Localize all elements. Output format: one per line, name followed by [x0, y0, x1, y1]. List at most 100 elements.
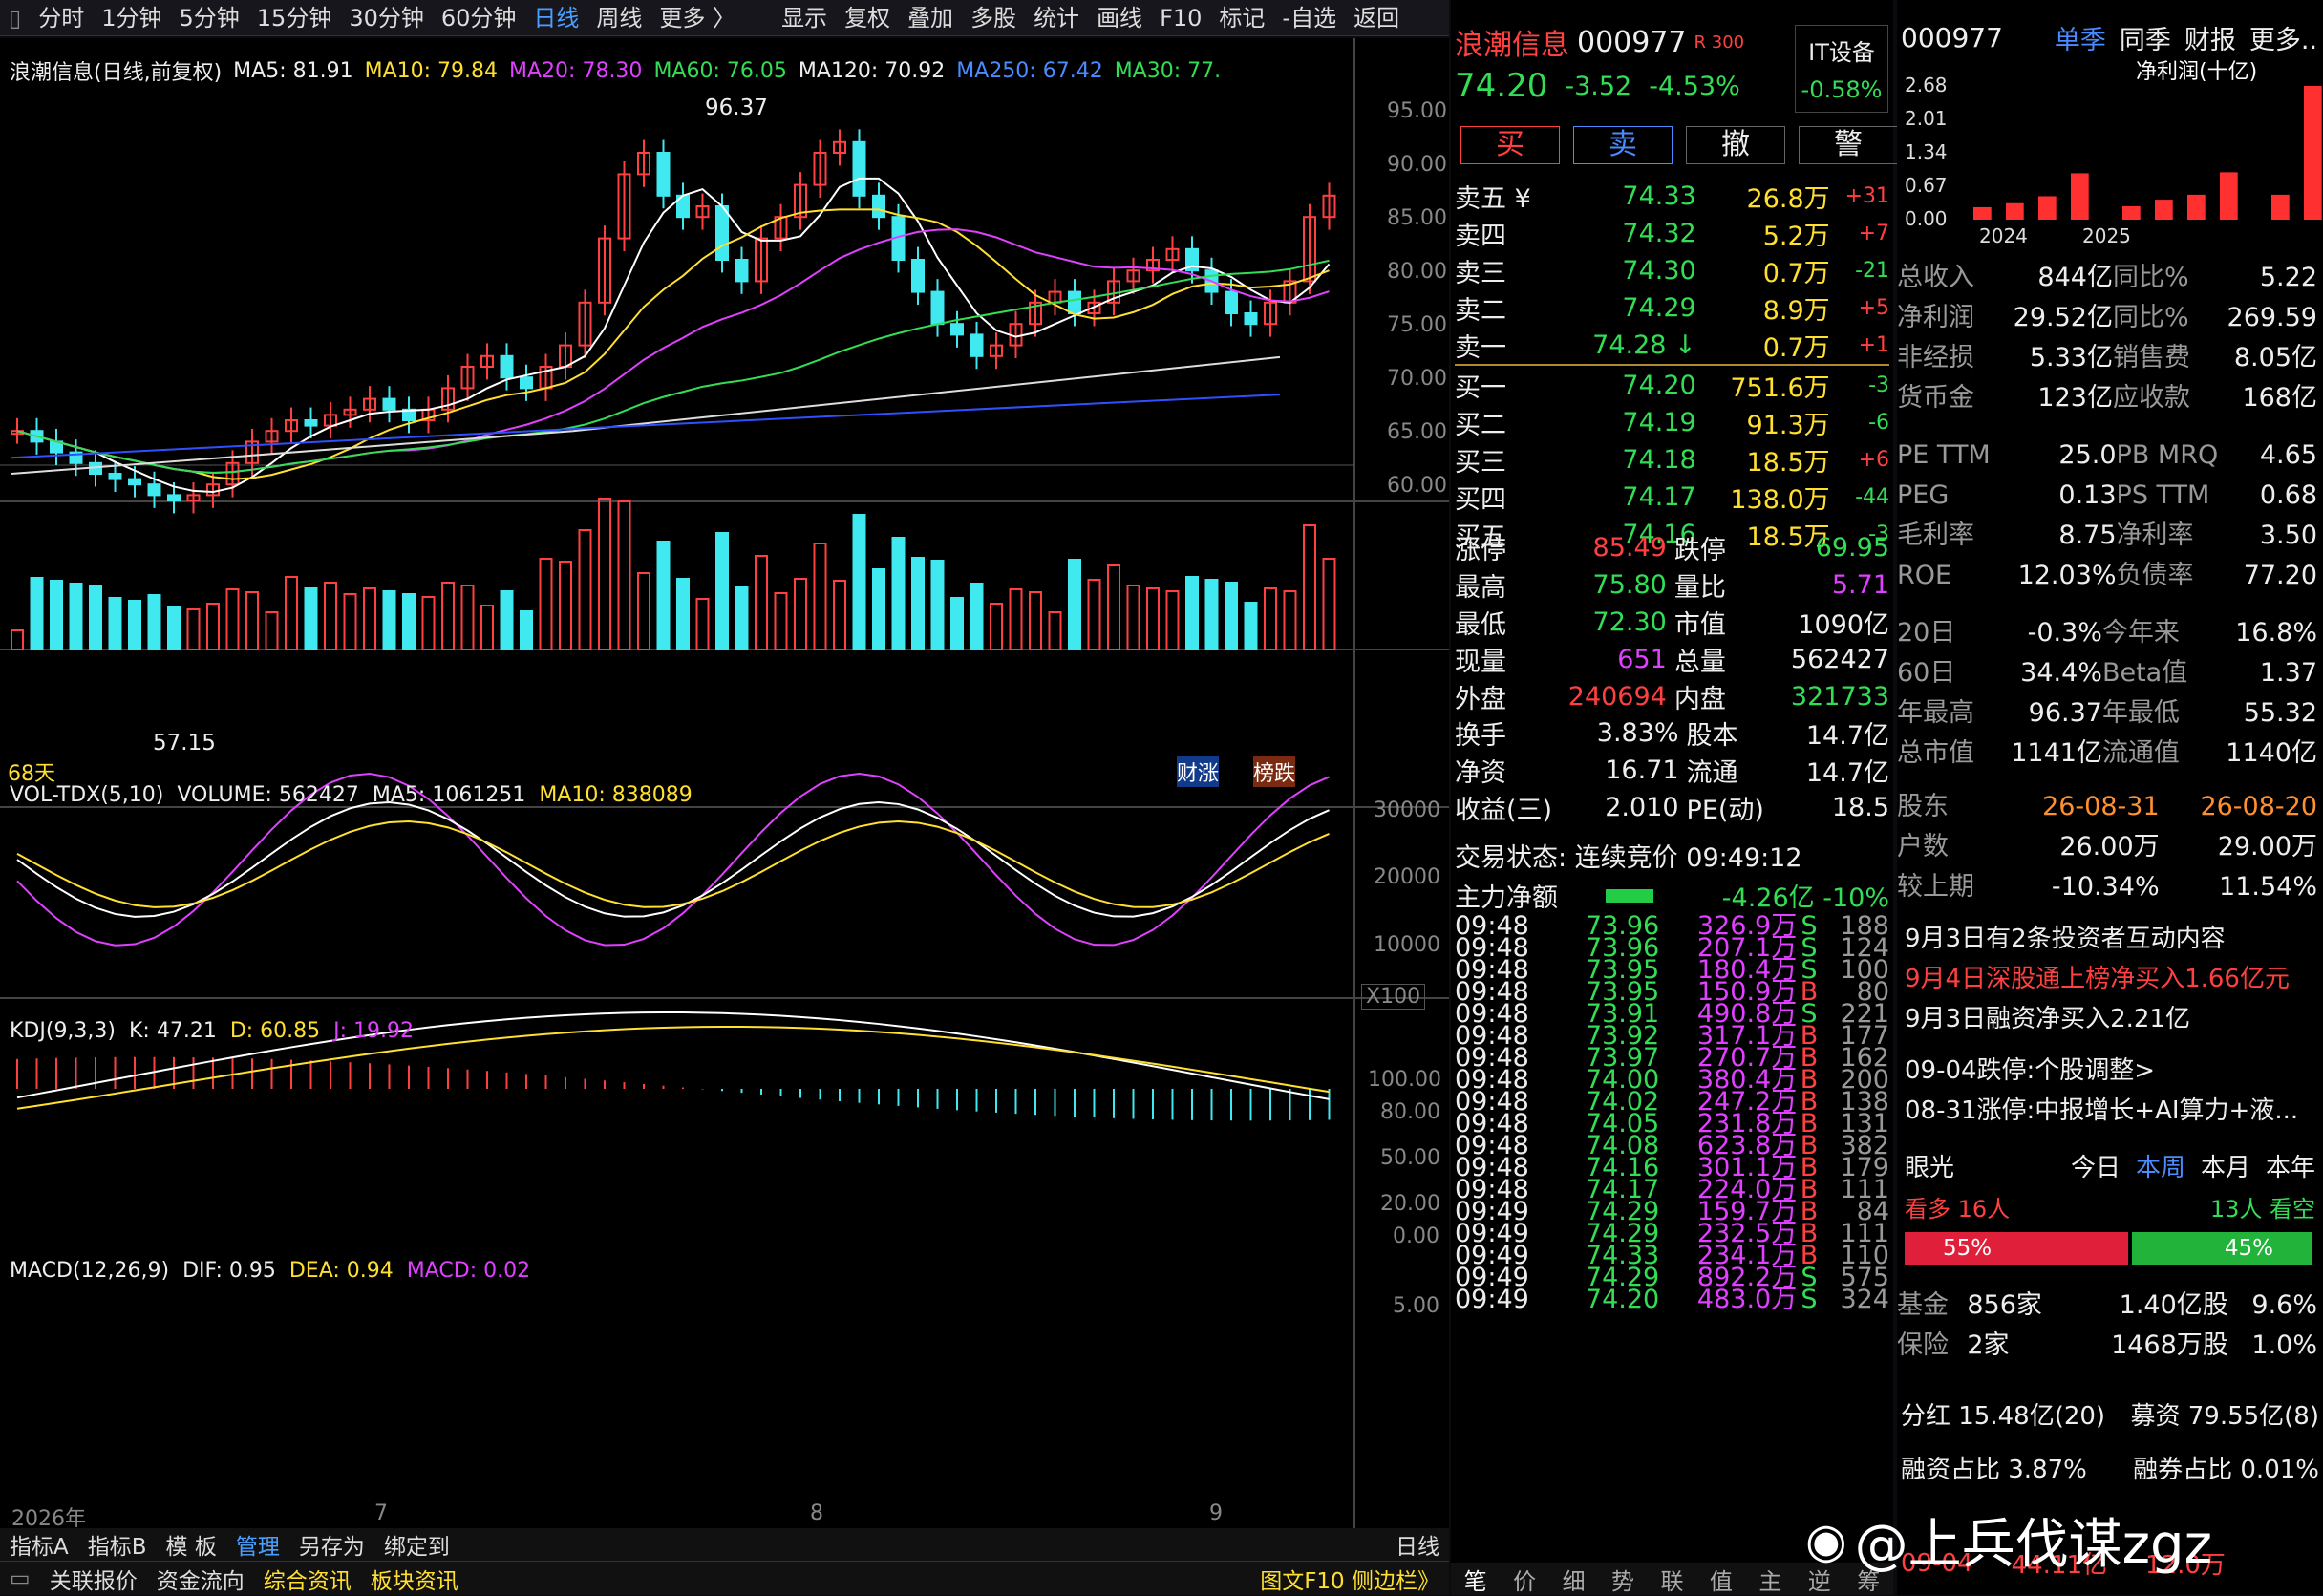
sector-box[interactable]: IT设备 -0.58%	[1795, 25, 1888, 113]
fin-tab-quarter[interactable]: 单季	[2055, 19, 2106, 56]
cancel-order-button[interactable]: 撤	[1686, 126, 1785, 164]
detail-tab[interactable]: 细	[1563, 1563, 1586, 1596]
tool-overlay[interactable]: 叠加	[899, 0, 962, 36]
list-down-tag[interactable]: 榜跌	[1253, 756, 1296, 787]
ask-volume: 8.9万	[1762, 296, 1830, 326]
date-axis-sep: 9	[1209, 1501, 1223, 1525]
detail-tab[interactable]: 筹	[1857, 1563, 1880, 1596]
tab-save-as[interactable]: 另存为	[289, 1528, 374, 1561]
volume-bar	[1146, 587, 1160, 650]
holder-label: 股东	[1897, 792, 1949, 821]
bid-row[interactable]: 买四 74.17 138.0万 -44	[1455, 479, 1889, 516]
ask-row[interactable]: 卖五 ¥ 74.33 26.8万 +31	[1455, 178, 1889, 215]
bull-bar[interactable]: 55%	[1905, 1232, 2129, 1265]
tool-draw[interactable]: 画线	[1088, 0, 1151, 36]
news-item-5[interactable]: 08-31涨停:中报增长+AI算力+液...	[1905, 1091, 2298, 1131]
stats-value-a: 240694	[1567, 682, 1667, 712]
tab-5min[interactable]: 5分钟	[171, 0, 248, 36]
detail-tab[interactable]: 笔	[1464, 1563, 1487, 1596]
fin-tab-more[interactable]: 更多..	[2249, 19, 2317, 56]
news-item-4[interactable]: 09-04跌停:个股调整>	[1905, 1051, 2298, 1091]
news-item-3[interactable]: 9月3日融资净买入2.21亿	[1905, 999, 2290, 1039]
tab-more[interactable]: 更多 〉	[650, 0, 744, 36]
ask-row[interactable]: 卖一 74.28 ↓ 0.7万 +1	[1455, 327, 1889, 365]
detail-tab[interactable]: 联	[1660, 1563, 1683, 1596]
tab-fund-flow[interactable]: 资金流向	[147, 1563, 254, 1595]
tool-stats[interactable]: 统计	[1025, 0, 1088, 36]
ask-change: -21	[1855, 259, 1889, 283]
tab-60min[interactable]: 60分钟	[433, 0, 525, 36]
bid-row[interactable]: 买一 74.20 751.6万 -3	[1455, 367, 1889, 404]
bid-row[interactable]: 买三 74.18 18.5万 +6	[1455, 441, 1889, 479]
ask-row[interactable]: 卖三 74.30 0.7万 -21	[1455, 252, 1889, 289]
ask-row[interactable]: 卖四 74.32 5.2万 +7	[1455, 215, 1889, 252]
tool-f10[interactable]: F10	[1151, 0, 1210, 36]
tab-weekly[interactable]: 周线	[587, 0, 650, 36]
tool-restore[interactable]: 复权	[836, 0, 899, 36]
sell-button[interactable]: 卖	[1573, 126, 1673, 164]
tab-1min[interactable]: 1分钟	[93, 0, 170, 36]
sidebar-toggle-icon[interactable]: ▯	[0, 0, 30, 36]
detail-tab[interactable]: 势	[1611, 1563, 1634, 1596]
bid-row[interactable]: 买二 74.19 91.3万 -6	[1455, 404, 1889, 441]
panel-toggle-icon[interactable]: ▭	[0, 1566, 40, 1591]
tab-daily[interactable]: 日线	[524, 0, 587, 36]
candle-body	[382, 397, 396, 411]
kdj-axis-20: 20.00	[1380, 1192, 1440, 1216]
profit-bar	[2006, 202, 2024, 220]
volume-bar	[1204, 579, 1219, 650]
fin-col-1: 844亿	[2037, 263, 2113, 292]
vol-ma10: MA10: 838089	[539, 783, 693, 807]
performance-metrics: 20日 -0.3% 今年来 16.8% 60日 34.4% Beta值 1.37 年最高 96.3…	[1897, 613, 2317, 774]
detail-tab[interactable]: 价	[1513, 1563, 1536, 1596]
tab-template[interactable]: 模 板	[157, 1528, 226, 1561]
tick-row[interactable]: 09:49 74.20 483.0万 S 324	[1455, 1287, 1889, 1312]
tab-sector-news[interactable]: 板块资讯	[361, 1563, 468, 1595]
price-tick: 80.00	[1387, 260, 1447, 284]
fin-tab-same-quarter[interactable]: 同季	[2120, 19, 2171, 56]
tool-multi[interactable]: 多股	[962, 0, 1025, 36]
vision-tab-today[interactable]: 今日	[2071, 1148, 2121, 1183]
tab-30min[interactable]: 30分钟	[340, 0, 433, 36]
fin-col-3: 168亿	[2242, 383, 2317, 413]
tool-mark[interactable]: 标记	[1210, 0, 1273, 36]
vision-tab-month[interactable]: 本月	[2201, 1148, 2250, 1183]
tab-15min[interactable]: 15分钟	[248, 0, 341, 36]
tab-bind-to[interactable]: 绑定到	[374, 1528, 459, 1561]
tick-list[interactable]: 09:48 73.96 326.9万 S 188 09:48 73.96 207.1万 S 124…	[1455, 913, 1889, 1312]
tab-indicator-a[interactable]: 指标A	[0, 1528, 78, 1561]
tool-back[interactable]: 返回	[1345, 0, 1408, 36]
inst-pct: 1.0%	[2251, 1330, 2317, 1360]
fin-tab-report[interactable]: 财报	[2184, 19, 2236, 56]
volume-bar	[363, 587, 376, 650]
bear-bar[interactable]: 45%	[2132, 1232, 2312, 1265]
vision-tab-week[interactable]: 本周	[2136, 1148, 2185, 1183]
news-item-1[interactable]: 9月3日有2条投资者互动内容	[1905, 919, 2290, 959]
f10-sidebar-link[interactable]: 图文F10 侧边栏》	[1250, 1563, 1449, 1595]
tool-watchlist[interactable]: -自选	[1273, 0, 1345, 36]
news-item-2[interactable]: 9月4日深股通上榜净买入1.66亿元	[1905, 959, 2290, 999]
profit-bar	[2304, 86, 2322, 220]
period-daily-label[interactable]: 日线	[1386, 1528, 1449, 1561]
tab-fenshi[interactable]: 分时	[30, 0, 93, 36]
volume-bar	[695, 598, 710, 650]
tool-display[interactable]: 显示	[773, 0, 836, 36]
holder-label: 户数	[1897, 832, 1949, 862]
buy-button[interactable]: 买	[1460, 126, 1560, 164]
vision-tab-year[interactable]: 本年	[2266, 1148, 2315, 1183]
quote-stats-2: 换手 3.83% 股本 14.7亿 净资 16.71 流通 14.7亿 收益(三) 2.010 PE…	[1455, 714, 1889, 826]
detail-tab[interactable]: 值	[1710, 1563, 1733, 1596]
tab-related-quotes[interactable]: 关联报价	[40, 1563, 147, 1595]
kdj-k-line	[16, 800, 1330, 918]
bid-price: 74.17	[1622, 482, 1696, 512]
detail-tab[interactable]: 主	[1758, 1563, 1781, 1596]
detail-tab[interactable]: 逆	[1808, 1563, 1831, 1596]
tab-news[interactable]: 综合资讯	[254, 1563, 361, 1595]
tab-manage[interactable]: 管理	[226, 1528, 289, 1561]
price-alert-button[interactable]: 警	[1799, 126, 1898, 164]
fin-up-tag[interactable]: 财涨	[1177, 756, 1220, 787]
tab-indicator-b[interactable]: 指标B	[78, 1528, 157, 1561]
ask-row[interactable]: 卖二 74.29 8.9万 +5	[1455, 289, 1889, 327]
kline-chart-area[interactable]: 浪潮信息(日线,前复权) MA5: 81.91 MA10: 79.84 MA20…	[0, 38, 1449, 1531]
kdj-legend: KDJ(9,3,3) K: 47.21 D: 60.85 J: 19.92	[10, 1019, 414, 1043]
